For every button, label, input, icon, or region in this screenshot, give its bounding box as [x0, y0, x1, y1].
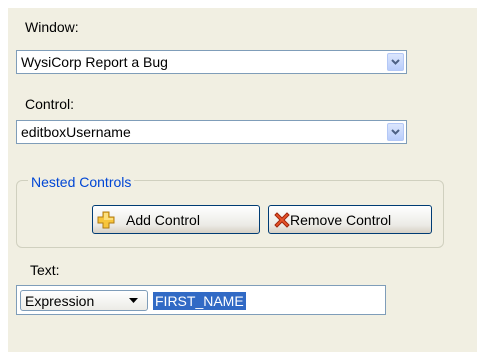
control-value: editboxUsername — [21, 124, 131, 140]
control-label: Control: — [25, 96, 75, 112]
chevron-down-icon[interactable] — [387, 53, 404, 71]
add-control-button[interactable]: Add Control — [92, 205, 260, 234]
nested-controls-title: Nested Controls — [28, 174, 135, 190]
remove-control-button[interactable]: Remove Control — [268, 205, 432, 234]
text-value[interactable]: FIRST_NAME — [153, 292, 246, 310]
expression-mode-dropdown[interactable]: Expression — [20, 290, 148, 311]
remove-x-icon — [274, 212, 290, 228]
window-combobox[interactable]: WysiCorp Report a Bug — [16, 50, 407, 74]
add-control-label: Add Control — [126, 212, 200, 228]
chevron-down-icon[interactable] — [387, 123, 404, 141]
remove-control-label: Remove Control — [290, 212, 392, 228]
window-label: Window: — [25, 19, 79, 35]
control-combobox[interactable]: editboxUsername — [16, 120, 407, 144]
text-label: Text: — [30, 262, 60, 278]
window-value: WysiCorp Report a Bug — [21, 54, 168, 70]
caret-down-icon — [129, 298, 138, 303]
add-plus-icon — [97, 211, 115, 229]
expression-mode-value: Expression — [25, 293, 95, 309]
text-expression-field[interactable]: Expression FIRST_NAME — [16, 285, 386, 315]
